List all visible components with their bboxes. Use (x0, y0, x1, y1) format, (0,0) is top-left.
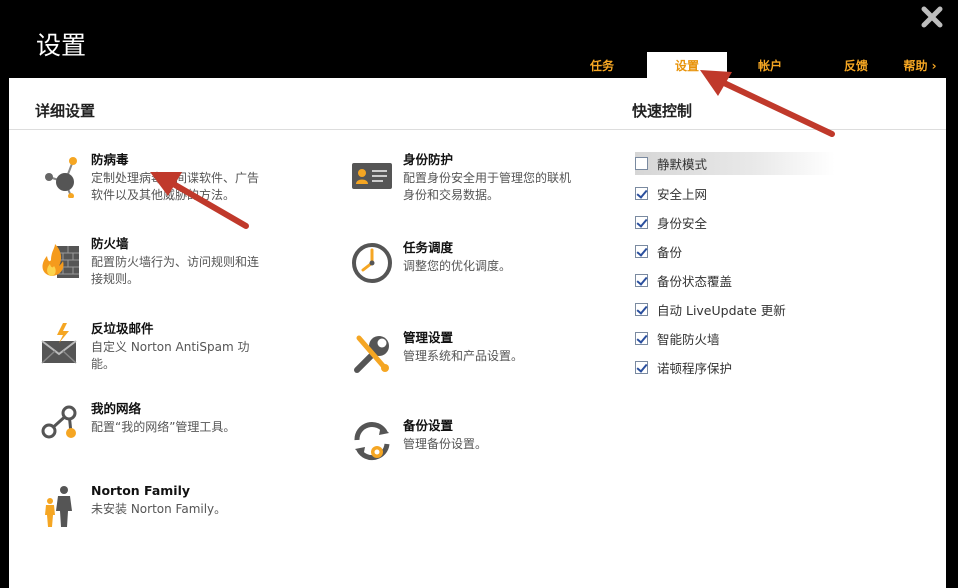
arrow-to-antivirus (150, 172, 249, 229)
arrow-to-settings-tab (700, 70, 835, 137)
annotation-arrows (150, 70, 835, 229)
